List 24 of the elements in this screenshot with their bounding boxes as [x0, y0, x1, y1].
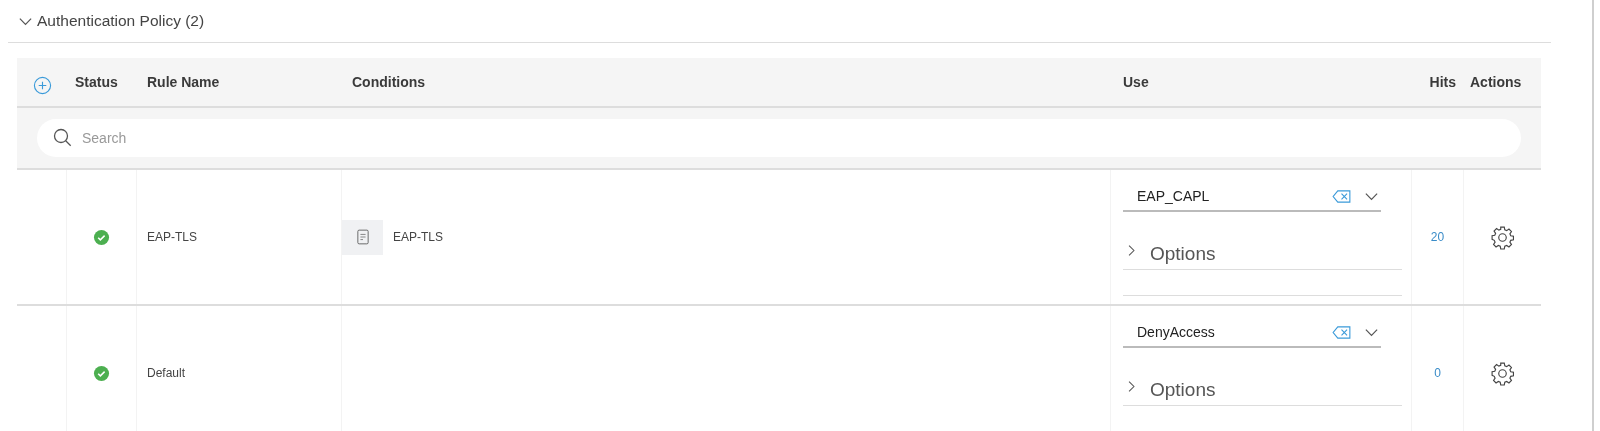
clear-icon[interactable] — [1332, 189, 1351, 203]
hit-count[interactable]: 20 — [1430, 230, 1445, 244]
column-header: Rule Name — [147, 74, 220, 90]
rule-name[interactable]: Default — [147, 366, 186, 380]
settings-icon[interactable] — [1490, 360, 1515, 386]
options-toggle[interactable]: Options — [1123, 354, 1402, 406]
result-dropdown[interactable]: DenyAccess — [1123, 318, 1381, 348]
document-icon — [356, 228, 369, 246]
column-header: Conditions — [352, 74, 426, 90]
hit-count[interactable]: 0 — [1434, 366, 1441, 380]
column-header: Status — [75, 74, 118, 90]
column-header: Actions — [1470, 74, 1522, 90]
clear-icon[interactable] — [1332, 325, 1351, 339]
rule-name[interactable]: EAP-TLS — [147, 230, 197, 244]
condition-text: EAP-TLS — [393, 230, 443, 244]
search-field[interactable]: Search — [37, 119, 1521, 157]
column-header: Hits — [1429, 74, 1456, 90]
settings-icon[interactable] — [1490, 224, 1515, 250]
result-dropdown[interactable]: EAP_CAPL — [1123, 182, 1381, 212]
section-toggle[interactable]: Authentication Policy (2) — [8, 12, 205, 30]
column-header: Use — [1123, 74, 1149, 90]
options-toggle[interactable]: Options — [1123, 218, 1402, 270]
add-icon[interactable] — [32, 75, 52, 95]
search-icon — [53, 128, 73, 148]
